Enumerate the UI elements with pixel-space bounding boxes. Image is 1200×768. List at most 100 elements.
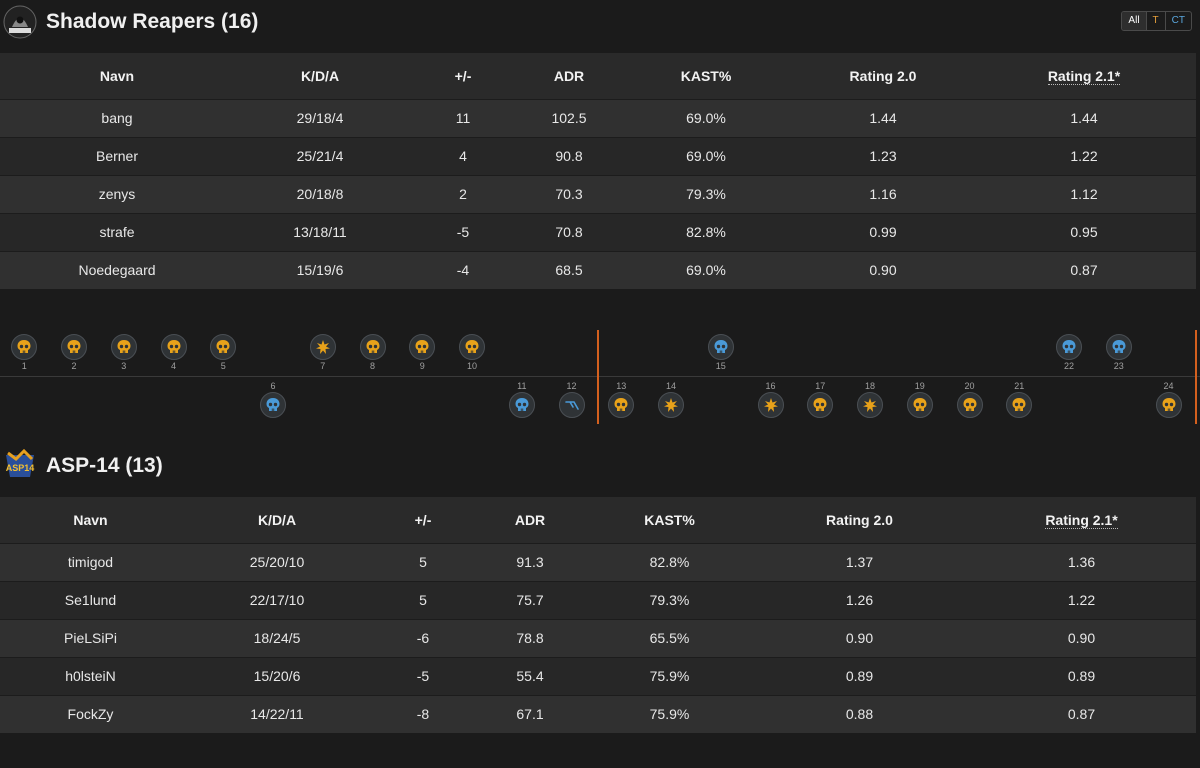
- round-14[interactable]: 14: [656, 380, 686, 418]
- round-number: 4: [171, 361, 177, 371]
- col-header-adr[interactable]: ADR: [520, 53, 618, 99]
- player-kda: 29/18/4: [234, 98, 406, 137]
- round-16[interactable]: 16: [756, 380, 786, 418]
- player-name[interactable]: PieLSiPi: [0, 618, 181, 657]
- round-7[interactable]: 7: [308, 334, 338, 372]
- round-10[interactable]: 10: [457, 334, 487, 372]
- round-22[interactable]: 22: [1054, 334, 1084, 372]
- player-adr: 78.8: [473, 618, 587, 657]
- col-header-rating21[interactable]: Rating 2.1*: [967, 497, 1196, 543]
- player-rating20: 0.99: [794, 212, 972, 251]
- round-2[interactable]: 2: [59, 334, 89, 372]
- col-header-diff[interactable]: +/-: [406, 53, 520, 99]
- player-diff: 11: [406, 98, 520, 137]
- player-name[interactable]: Noedegaard: [0, 250, 234, 289]
- player-row: bang 29/18/4 11 102.5 69.0% 1.44 1.44: [0, 98, 1196, 137]
- player-kda: 14/22/11: [181, 694, 373, 733]
- col-header-rating21[interactable]: Rating 2.1*: [972, 53, 1196, 99]
- player-name[interactable]: zenys: [0, 174, 234, 213]
- round-13[interactable]: 13: [606, 380, 636, 418]
- player-rating20: 0.88: [752, 694, 967, 733]
- table-header-row: Navn K/D/A +/- ADR KAST% Rating 2.0 Rati…: [0, 53, 1196, 99]
- round-8[interactable]: 8: [358, 334, 388, 372]
- col-header-name[interactable]: Navn: [0, 53, 234, 99]
- player-row: Noedegaard 15/19/6 -4 68.5 69.0% 0.90 0.87: [0, 250, 1196, 289]
- round-20[interactable]: 20: [955, 380, 985, 418]
- player-adr: 55.4: [473, 656, 587, 695]
- player-kast: 82.8%: [618, 212, 794, 251]
- round-number: 22: [1064, 361, 1075, 371]
- player-rating20: 0.89: [752, 656, 967, 695]
- player-diff: 5: [373, 542, 473, 581]
- player-row: strafe 13/18/11 -5 70.8 82.8% 0.99 0.95: [0, 212, 1196, 251]
- round-3[interactable]: 3: [109, 334, 139, 372]
- player-name[interactable]: h0lsteiN: [0, 656, 181, 695]
- col-header-rating20[interactable]: Rating 2.0: [752, 497, 967, 543]
- skull-icon: [707, 334, 734, 360]
- col-header-kast[interactable]: KAST%: [618, 53, 794, 99]
- player-row: h0lsteiN 15/20/6 -5 55.4 75.9% 0.89 0.89: [0, 656, 1196, 695]
- round-number: 19: [914, 381, 925, 391]
- skull-icon: [1006, 392, 1033, 418]
- player-row: zenys 20/18/8 2 70.3 79.3% 1.16 1.12: [0, 174, 1196, 213]
- filter-ct-button[interactable]: CT: [1166, 12, 1191, 30]
- round-number: 7: [320, 361, 326, 371]
- player-rating21: 1.22: [967, 580, 1196, 619]
- col-header-rating20[interactable]: Rating 2.0: [794, 53, 972, 99]
- skull-icon: [110, 334, 137, 360]
- player-name[interactable]: strafe: [0, 212, 234, 251]
- round-12[interactable]: 12: [557, 380, 587, 418]
- player-kda: 25/20/10: [181, 542, 373, 581]
- player-kda: 15/20/6: [181, 656, 373, 695]
- bomb-exploded-icon: [309, 334, 336, 360]
- player-name[interactable]: Berner: [0, 136, 234, 175]
- col-header-diff[interactable]: +/-: [373, 497, 473, 543]
- player-rating21: 0.90: [967, 618, 1196, 657]
- skull-icon: [807, 392, 834, 418]
- round-number: 9: [419, 361, 425, 371]
- round-21[interactable]: 21: [1004, 380, 1034, 418]
- round-19[interactable]: 19: [905, 380, 935, 418]
- player-name[interactable]: Se1lund: [0, 580, 181, 619]
- filter-t-button[interactable]: T: [1147, 12, 1166, 30]
- round-9[interactable]: 9: [407, 334, 437, 372]
- player-diff: -5: [373, 656, 473, 695]
- round-24[interactable]: 24: [1154, 380, 1184, 418]
- round-number: 5: [220, 361, 226, 371]
- player-adr: 70.3: [520, 174, 618, 213]
- player-row: Se1lund 22/17/10 5 75.7 79.3% 1.26 1.22: [0, 580, 1196, 619]
- filter-all-button[interactable]: All: [1122, 12, 1147, 30]
- skull-icon: [608, 392, 635, 418]
- shadow-reapers-logo: [2, 4, 38, 40]
- round-4[interactable]: 4: [159, 334, 189, 372]
- player-adr: 68.5: [520, 250, 618, 289]
- round-1[interactable]: 1: [9, 334, 39, 372]
- player-diff: -4: [406, 250, 520, 289]
- round-6[interactable]: 6: [258, 380, 288, 418]
- col-header-kda[interactable]: K/D/A: [181, 497, 373, 543]
- round-11[interactable]: 11: [507, 380, 537, 418]
- rating21-label[interactable]: Rating 2.1*: [1045, 511, 1118, 529]
- round-18[interactable]: 18: [855, 380, 885, 418]
- round-number: 3: [121, 361, 127, 371]
- player-name[interactable]: FockZy: [0, 694, 181, 733]
- round-15[interactable]: 15: [706, 334, 736, 372]
- player-rating20: 0.90: [794, 250, 972, 289]
- player-kast: 75.9%: [587, 656, 752, 695]
- col-header-adr[interactable]: ADR: [473, 497, 587, 543]
- player-name[interactable]: bang: [0, 98, 234, 137]
- skull-icon: [160, 334, 187, 360]
- rating21-label[interactable]: Rating 2.1*: [1047, 67, 1121, 85]
- round-23[interactable]: 23: [1104, 334, 1134, 372]
- round-5[interactable]: 5: [208, 334, 238, 372]
- player-kda: 22/17/10: [181, 580, 373, 619]
- player-row: PieLSiPi 18/24/5 -6 78.8 65.5% 0.90 0.90: [0, 618, 1196, 657]
- round-17[interactable]: 17: [805, 380, 835, 418]
- col-header-kast[interactable]: KAST%: [587, 497, 752, 543]
- player-name[interactable]: timigod: [0, 542, 181, 581]
- player-rating20: 1.26: [752, 580, 967, 619]
- col-header-name[interactable]: Navn: [0, 497, 181, 543]
- player-adr: 67.1: [473, 694, 587, 733]
- col-header-kda[interactable]: K/D/A: [234, 53, 406, 99]
- skull-icon: [1155, 392, 1182, 418]
